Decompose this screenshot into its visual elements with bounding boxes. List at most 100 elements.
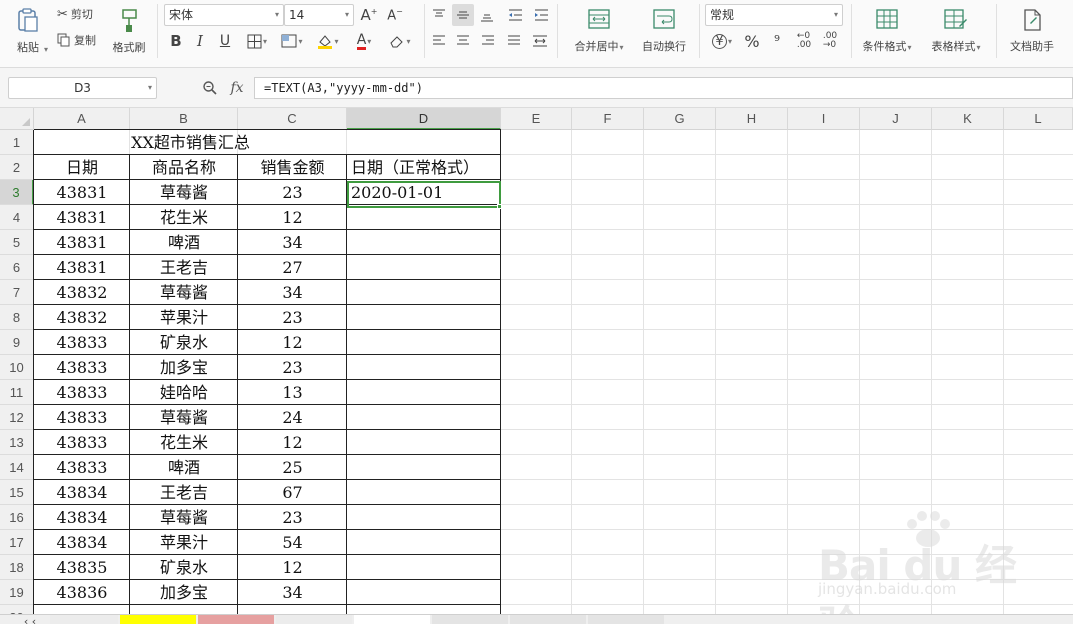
table-cell[interactable]: 花生米	[130, 430, 238, 455]
zoom-lookup-button[interactable]	[200, 78, 220, 98]
paste-button[interactable]: 粘贴 ▾	[10, 4, 48, 58]
table-cell[interactable]: 加多宝	[130, 580, 238, 605]
table-cell[interactable]: 苹果汁	[130, 530, 238, 555]
formula-input[interactable]: =TEXT(A3,"yyyy-mm-dd")	[254, 77, 1073, 99]
table-cell[interactable]: 23	[238, 180, 347, 205]
indent-decrease-button[interactable]	[505, 4, 525, 26]
row-header-9[interactable]: 9	[0, 330, 34, 355]
table-cell[interactable]: 23	[238, 355, 347, 380]
clear-button[interactable]: ▾	[385, 30, 415, 52]
fill-color-button[interactable]: ▾	[313, 30, 343, 52]
active-cell-selection[interactable]	[347, 181, 501, 208]
column-header-f[interactable]: F	[572, 108, 644, 130]
table-cell[interactable]: 67	[238, 480, 347, 505]
sheet-tab[interactable]	[276, 615, 352, 624]
table-cell[interactable]: 12	[238, 555, 347, 580]
table-cell[interactable]: 43831	[34, 205, 130, 230]
table-cell[interactable]: 43834	[34, 505, 130, 530]
table-cell[interactable]: 24	[238, 405, 347, 430]
table-cell[interactable]: 25	[238, 455, 347, 480]
decrease-font-button[interactable]: A−	[385, 4, 405, 26]
table-cell[interactable]: 27	[238, 255, 347, 280]
increase-decimal-button[interactable]: ←0.00	[793, 28, 815, 54]
select-all-corner[interactable]	[0, 108, 34, 130]
table-cell[interactable]: 12	[238, 430, 347, 455]
column-header-h[interactable]: H	[716, 108, 788, 130]
cut-button[interactable]: ✂ 剪切	[57, 4, 93, 24]
font-color-button[interactable]: A ▾	[349, 30, 379, 52]
table-cell[interactable]: 啤酒	[130, 230, 238, 255]
table-cell[interactable]: 23	[238, 505, 347, 530]
row-header-2[interactable]: 2	[0, 155, 34, 180]
column-header-g[interactable]: G	[644, 108, 716, 130]
align-bottom-button[interactable]	[477, 4, 497, 26]
table-cell[interactable]: 草莓酱	[130, 505, 238, 530]
column-header-k[interactable]: K	[932, 108, 1004, 130]
format-painter-button[interactable]: 格式刷	[109, 4, 149, 58]
table-cell[interactable]: 34	[238, 230, 347, 255]
wrap-text-button[interactable]: 自动换行	[636, 4, 692, 58]
table-cell[interactable]: 43831	[34, 255, 130, 280]
column-title[interactable]: 日期（正常格式）	[347, 155, 501, 180]
table-cell[interactable]	[351, 305, 501, 330]
italic-button[interactable]: I	[191, 30, 209, 52]
table-cell[interactable]: 54	[238, 530, 347, 555]
sheet-tab-nav[interactable]: ‹ ‹	[10, 615, 50, 624]
table-cell[interactable]: 43832	[34, 305, 130, 330]
thousands-button[interactable]: ⁹	[767, 30, 787, 52]
number-format-select[interactable]: 常规 ▾	[705, 4, 843, 26]
underline-button[interactable]: U	[215, 30, 235, 52]
font-size-select[interactable]: 14 ▾	[284, 4, 354, 26]
indent-increase-button[interactable]	[531, 4, 551, 26]
column-header-j[interactable]: J	[860, 108, 932, 130]
table-cell[interactable]: 矿泉水	[130, 330, 238, 355]
table-cell[interactable]: 12	[238, 330, 347, 355]
column-header-c[interactable]: C	[238, 108, 347, 130]
table-cell[interactable]: 花生米	[130, 205, 238, 230]
row-header-1[interactable]: 1	[0, 130, 34, 155]
table-cell[interactable]: 苹果汁	[130, 305, 238, 330]
table-cell[interactable]: 43831	[34, 230, 130, 255]
table-cell[interactable]	[351, 255, 501, 280]
align-left-button[interactable]	[429, 30, 449, 52]
decrease-decimal-button[interactable]: .00 →0	[819, 28, 841, 54]
table-cell[interactable]: 43836	[34, 580, 130, 605]
table-cell[interactable]: 草莓酱	[130, 405, 238, 430]
table-cell[interactable]	[351, 505, 501, 530]
table-cell[interactable]	[351, 230, 501, 255]
table-cell[interactable]: 13	[238, 380, 347, 405]
font-name-select[interactable]: 宋体 ▾	[164, 4, 284, 26]
row-header-15[interactable]: 15	[0, 480, 34, 505]
table-cell[interactable]: 23	[238, 305, 347, 330]
row-header-11[interactable]: 11	[0, 380, 34, 405]
table-cell[interactable]: 43832	[34, 280, 130, 305]
sheet-tab[interactable]	[120, 615, 196, 624]
column-header-a[interactable]: A	[34, 108, 130, 130]
row-header-16[interactable]: 16	[0, 505, 34, 530]
cell-style-button[interactable]: ▾	[277, 30, 307, 52]
align-center-button[interactable]	[453, 30, 473, 52]
sheet-tab-active[interactable]	[354, 615, 430, 624]
row-header-19[interactable]: 19	[0, 580, 34, 605]
table-cell[interactable]: 草莓酱	[130, 280, 238, 305]
row-header-6[interactable]: 6	[0, 255, 34, 280]
row-header-4[interactable]: 4	[0, 205, 34, 230]
conditional-format-button[interactable]: 条件格式▾	[857, 4, 917, 58]
table-cell[interactable]	[351, 205, 501, 230]
table-cell[interactable]: 啤酒	[130, 455, 238, 480]
row-header-18[interactable]: 18	[0, 555, 34, 580]
column-header-i[interactable]: I	[788, 108, 860, 130]
row-header-12[interactable]: 12	[0, 405, 34, 430]
distributed-button[interactable]	[529, 30, 551, 52]
sheet-tab[interactable]	[510, 615, 586, 624]
sheet-tab[interactable]	[432, 615, 508, 624]
copy-button[interactable]: 复制	[57, 30, 96, 50]
currency-button[interactable]: ¥ ▾	[707, 30, 737, 52]
sheet-tab[interactable]	[50, 615, 118, 624]
table-cell[interactable]	[351, 330, 501, 355]
column-header-d[interactable]: D	[347, 108, 501, 130]
table-cell[interactable]	[351, 405, 501, 430]
fill-handle[interactable]	[497, 204, 502, 209]
percent-button[interactable]: %	[741, 30, 763, 52]
align-top-button[interactable]	[429, 4, 449, 26]
